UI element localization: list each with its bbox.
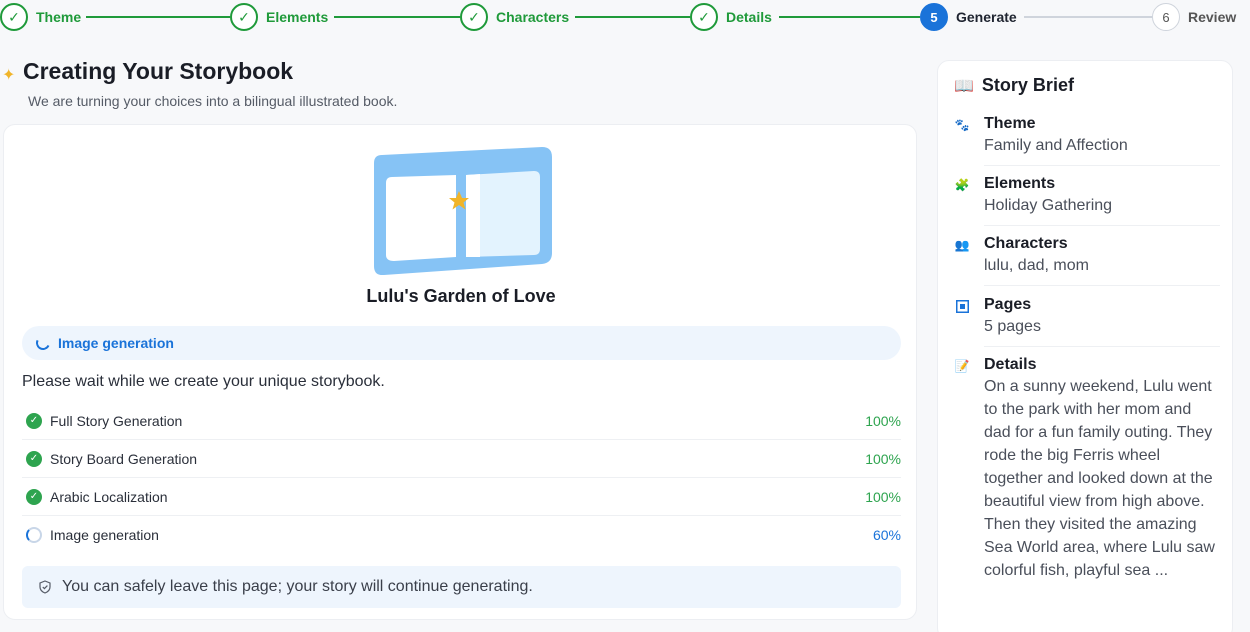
book-title: Lulu's Garden of Love <box>366 286 556 306</box>
notice-text: You can safely leave this page; your sto… <box>62 578 533 595</box>
divider <box>984 165 1220 166</box>
divider <box>984 225 1220 226</box>
task-row: ✓ Story Board Generation 100% <box>22 440 901 478</box>
page-subtitle: We are turning your choices into a bilin… <box>28 93 398 109</box>
task-row: ✓ Arabic Localization 100% <box>22 478 901 516</box>
brief-header: 📖 Story Brief <box>954 75 1074 96</box>
step-details[interactable]: ✓ Details <box>690 3 772 31</box>
check-icon: ✓ <box>0 3 28 31</box>
divider <box>984 346 1220 347</box>
step-number: 6 <box>1152 3 1180 31</box>
step-label: Elements <box>266 9 329 25</box>
task-label: Story Board Generation <box>50 450 198 467</box>
brief-item-elements: 🧩 Elements Holiday Gathering <box>954 175 1220 217</box>
brief-value: 5 pages <box>984 318 1041 335</box>
wait-message: Please wait while we create your unique … <box>22 373 385 390</box>
task-label: Arabic Localization <box>50 488 168 505</box>
brief-label: Pages <box>984 296 1032 313</box>
step-connector <box>86 16 230 18</box>
brief-item-pages: Pages 5 pages <box>954 296 1220 338</box>
story-brief-panel: 📖 Story Brief 🐾 Theme Family and Affecti… <box>937 60 1233 632</box>
step-connector <box>575 16 690 18</box>
progress-stepper: ✓ Theme ✓ Elements ✓ Characters ✓ Detail… <box>0 0 1250 36</box>
brief-value: Family and Affection <box>984 137 1128 154</box>
step-label: Details <box>726 9 772 25</box>
task-row: ✓ Full Story Generation 100% <box>22 402 901 440</box>
puzzle-icon: 🧩 <box>954 178 970 192</box>
brief-item-characters: 👥 Characters lulu, dad, mom <box>954 235 1220 277</box>
step-label: Characters <box>496 9 570 25</box>
step-label: Review <box>1188 9 1237 25</box>
step-connector <box>334 16 460 18</box>
check-circle-icon: ✓ <box>26 412 42 429</box>
task-label: Image generation <box>50 527 159 543</box>
brief-label: Elements <box>984 175 1056 192</box>
paw-icon: 🐾 <box>954 118 970 132</box>
brief-item-details: 📝 Details On a sunny weekend, Lulu went … <box>954 356 1220 582</box>
step-characters[interactable]: ✓ Characters <box>460 3 569 31</box>
spinner-icon <box>34 334 52 352</box>
loading-icon <box>26 527 42 543</box>
step-number: 5 <box>920 3 948 31</box>
check-icon: ✓ <box>460 3 488 31</box>
check-icon: ✓ <box>230 3 258 31</box>
step-generate[interactable]: 5 Generate <box>920 3 1017 31</box>
sparkle-icon: ✦ <box>2 67 16 84</box>
step-label: Theme <box>36 9 82 25</box>
brief-label: Characters <box>984 235 1068 252</box>
current-phase-banner: Image generation <box>22 326 901 360</box>
brief-value: lulu, dad, mom <box>984 257 1089 274</box>
brief-item-theme: 🐾 Theme Family and Affection <box>954 115 1220 157</box>
check-icon: ✓ <box>690 3 718 31</box>
step-connector <box>1024 16 1152 18</box>
task-percent: 100% <box>865 450 901 467</box>
task-list: ✓ Full Story Generation 100% ✓ Story Boa… <box>22 402 901 554</box>
task-percent: 100% <box>865 412 901 429</box>
leave-page-notice: You can safely leave this page; your sto… <box>22 566 901 608</box>
step-connector <box>779 16 920 18</box>
generation-card: Lulu's Garden of Love Image generation P… <box>3 124 917 620</box>
book-illustration <box>374 147 552 275</box>
people-icon: 👥 <box>954 238 970 252</box>
memo-icon: 📝 <box>954 359 970 373</box>
pages-icon <box>954 298 970 314</box>
task-percent: 60% <box>872 527 901 543</box>
task-label: Full Story Generation <box>50 412 183 429</box>
task-percent: 100% <box>865 488 901 505</box>
brief-label: Details <box>984 356 1037 373</box>
brief-value: Holiday Gathering <box>984 197 1113 214</box>
task-row: Image generation 60% <box>22 516 901 554</box>
step-review[interactable]: 6 Review <box>1152 3 1236 31</box>
brief-title: Story Brief <box>981 75 1074 95</box>
brief-label: Theme <box>984 115 1036 132</box>
open-book-icon: 📖 <box>954 77 974 95</box>
step-label: Generate <box>956 9 1017 25</box>
phase-label: Image generation <box>58 335 174 351</box>
step-theme[interactable]: ✓ Theme <box>0 3 81 31</box>
check-circle-icon: ✓ <box>26 450 42 467</box>
shield-check-icon <box>39 580 51 594</box>
brief-value: On a sunny weekend, Lulu went to the par… <box>984 378 1215 579</box>
check-circle-icon: ✓ <box>26 488 42 505</box>
divider <box>984 285 1220 286</box>
page-title: Creating Your Storybook <box>23 58 294 84</box>
step-elements[interactable]: ✓ Elements <box>230 3 328 31</box>
